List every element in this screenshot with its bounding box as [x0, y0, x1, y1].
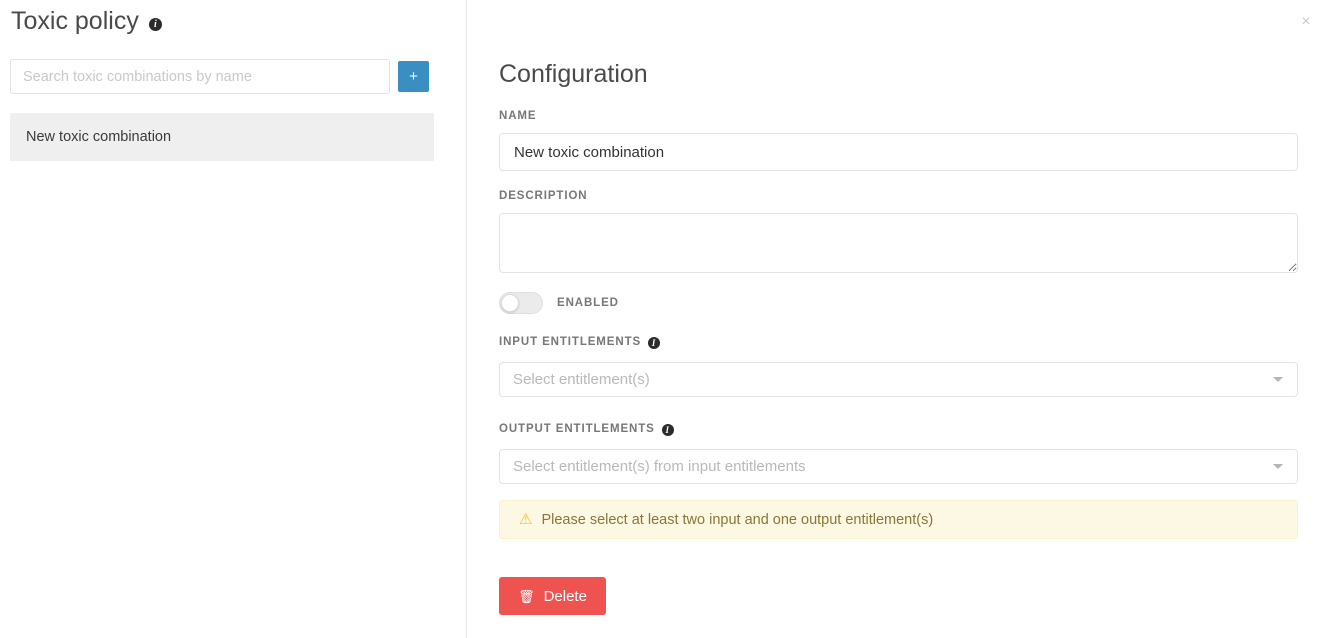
description-textarea[interactable]	[499, 213, 1298, 273]
description-label: DESCRIPTION	[499, 190, 588, 202]
enabled-toggle-label: ENABLED	[557, 297, 619, 309]
page-title-text: Toxic policy	[11, 7, 139, 35]
input-entitlements-label-text: INPUT ENTITLEMENTS	[499, 336, 642, 348]
search-input[interactable]	[10, 59, 390, 94]
input-entitlements-placeholder: Select entitlement(s)	[513, 371, 650, 388]
name-input[interactable]	[499, 133, 1298, 171]
description-label-text: DESCRIPTION	[499, 190, 588, 202]
output-entitlements-label: OUTPUT ENTITLEMENTS i	[499, 423, 674, 436]
delete-button-label: Delete	[543, 587, 587, 605]
toggle-knob	[501, 294, 519, 312]
output-entitlements-label-text: OUTPUT ENTITLEMENTS	[499, 423, 655, 435]
toxic-policy-page: × Toxic policy i + New toxic combination…	[0, 0, 1326, 638]
validation-alert-text: Please select at least two input and one…	[541, 511, 934, 528]
chevron-down-icon	[1273, 377, 1283, 382]
input-entitlements-select[interactable]: Select entitlement(s)	[499, 362, 1298, 397]
list-item[interactable]: New toxic combination	[10, 113, 434, 161]
search-row: +	[10, 59, 429, 94]
enabled-toggle[interactable]	[499, 292, 543, 314]
info-icon[interactable]: i	[661, 424, 674, 436]
list-item-label: New toxic combination	[26, 129, 172, 145]
output-entitlements-placeholder: Select entitlement(s) from input entitle…	[513, 458, 806, 475]
add-toxic-combination-button[interactable]: +	[398, 61, 429, 92]
info-icon[interactable]: i	[648, 337, 661, 349]
toxic-combinations-panel: Toxic policy i + New toxic combination	[0, 0, 467, 638]
name-label: NAME	[499, 110, 536, 122]
configuration-heading: Configuration	[499, 60, 648, 88]
configuration-panel: Configuration NAME DESCRIPTION ENABLED I…	[468, 0, 1326, 638]
name-label-text: NAME	[499, 110, 537, 122]
input-entitlements-label: INPUT ENTITLEMENTS i	[499, 336, 661, 349]
chevron-down-icon	[1273, 464, 1283, 469]
trash-icon: 🗑	[518, 588, 535, 604]
page-title: Toxic policy i	[11, 7, 162, 36]
delete-button[interactable]: 🗑 Delete	[499, 577, 606, 615]
info-icon[interactable]: i	[148, 18, 162, 31]
validation-alert: ⚠ Please select at least two input and o…	[499, 500, 1298, 539]
enabled-toggle-row: ENABLED	[499, 292, 619, 314]
output-entitlements-select[interactable]: Select entitlement(s) from input entitle…	[499, 449, 1298, 484]
toxic-combination-list: New toxic combination	[10, 113, 434, 161]
warning-triangle-icon: ⚠	[519, 511, 533, 528]
